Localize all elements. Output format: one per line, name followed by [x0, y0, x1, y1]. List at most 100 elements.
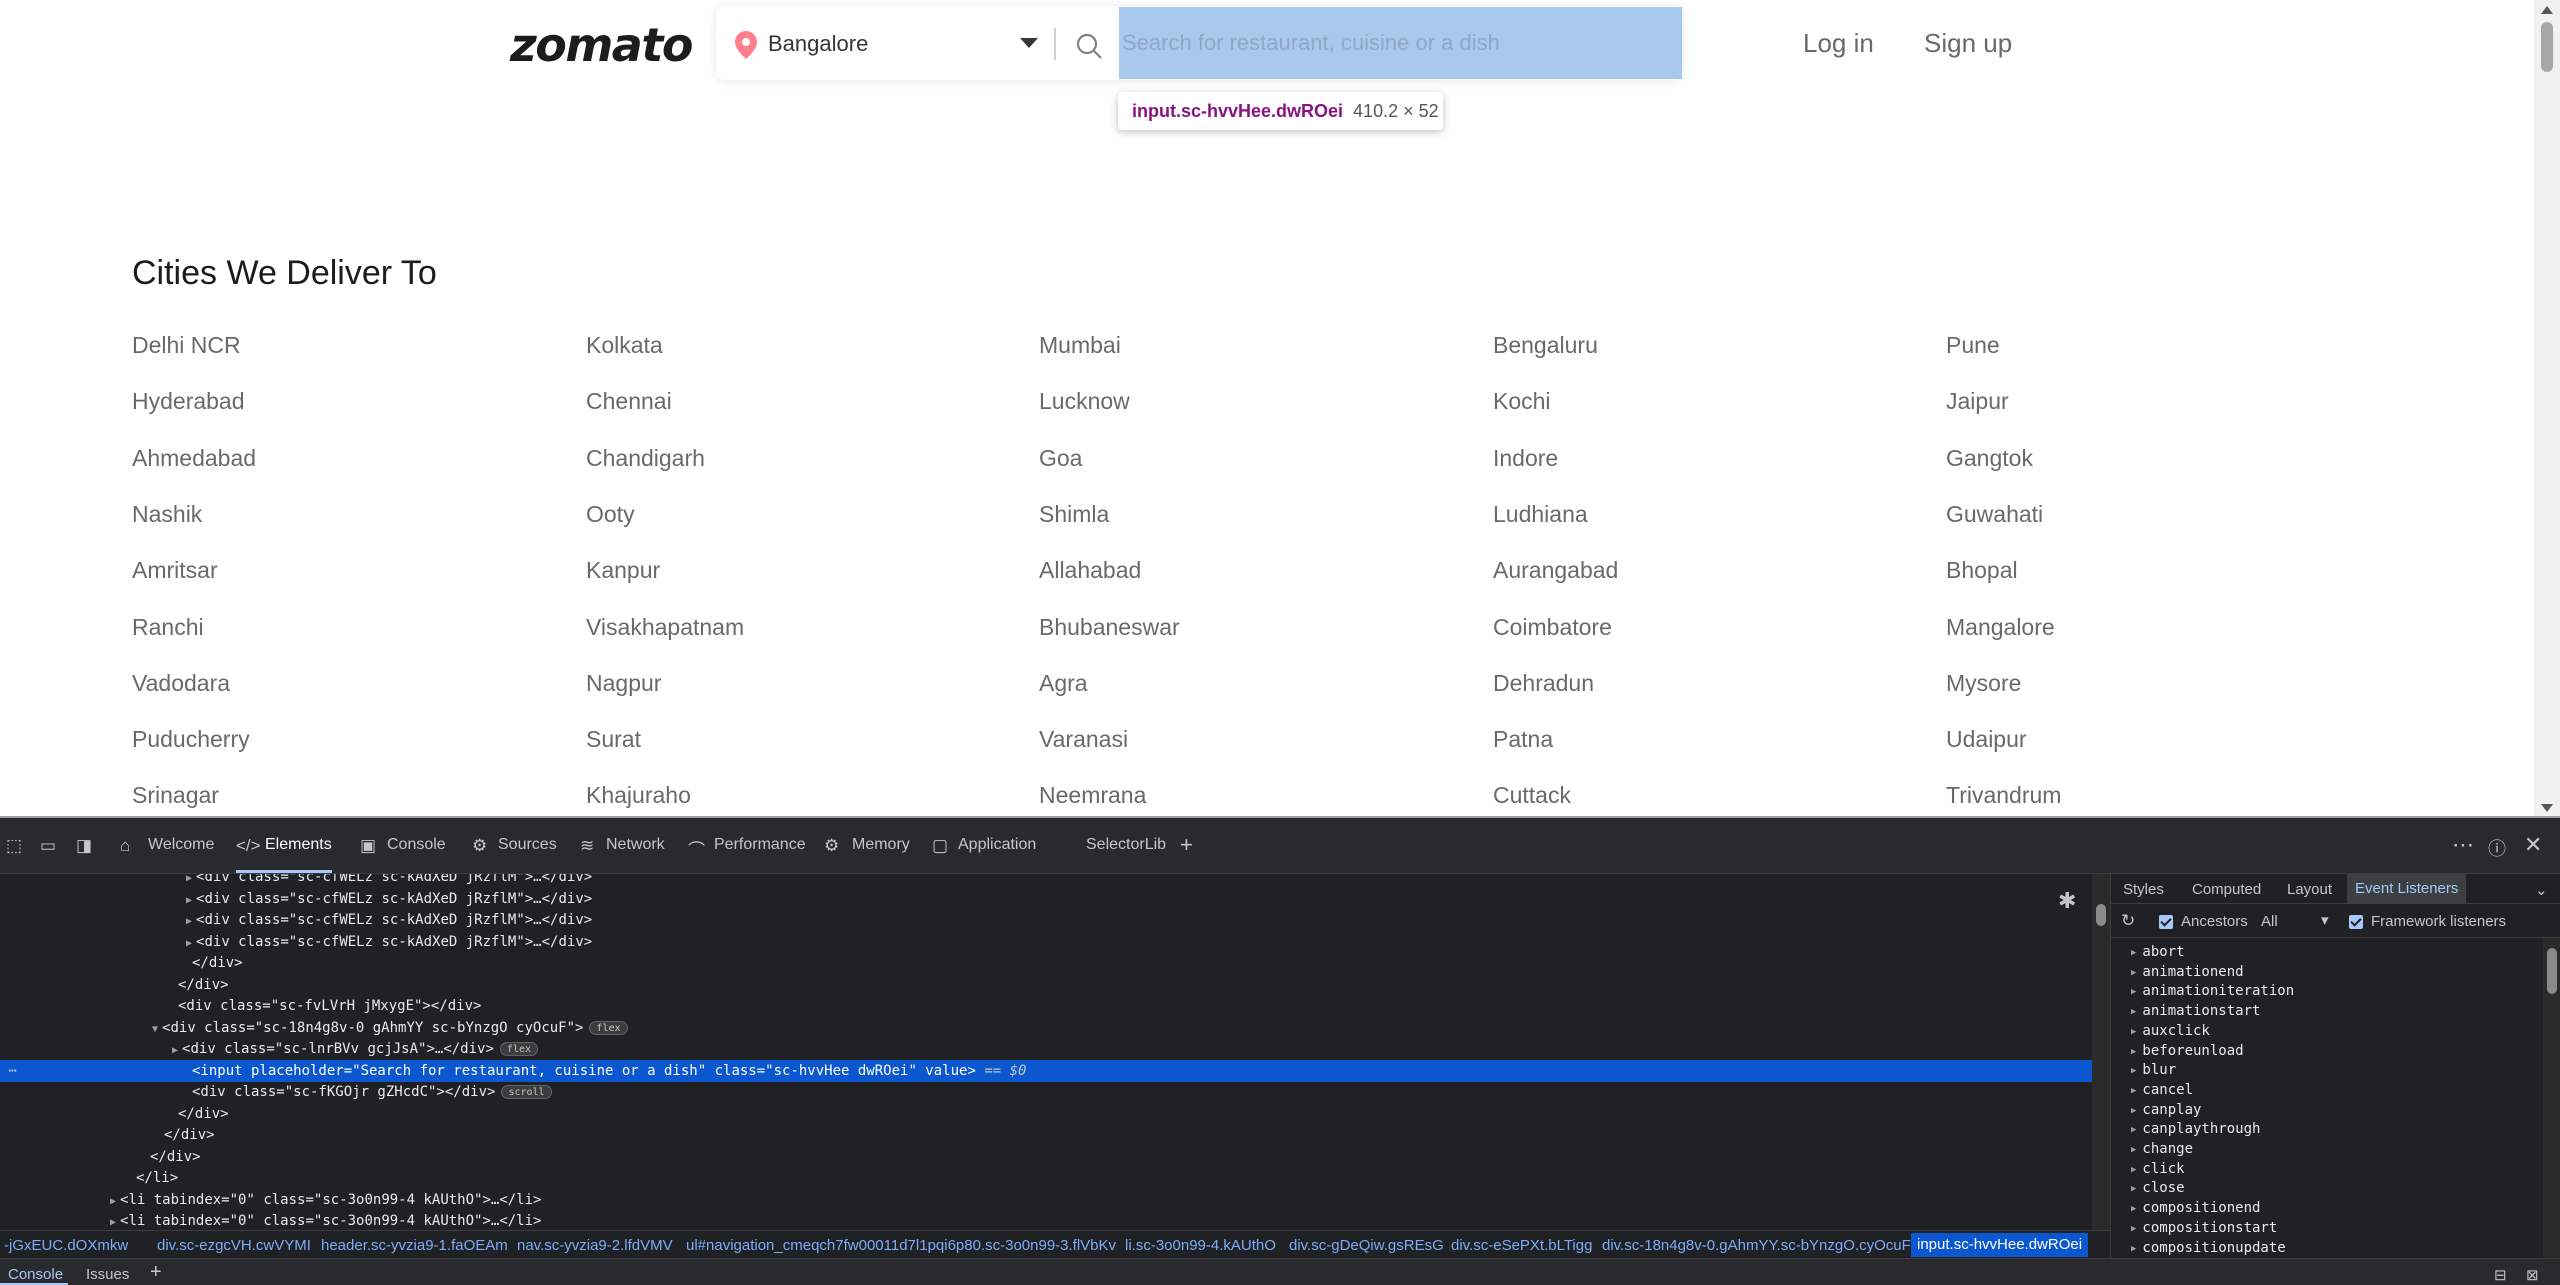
city-link[interactable]: Kochi [1493, 388, 1551, 415]
dom-node-selected[interactable]: ⋯ <input placeholder="Search for restaura… [0, 1059, 2092, 1082]
drawer-tab-console[interactable]: Console [8, 1266, 63, 1283]
event-listener-item[interactable]: cancel [2131, 1080, 2193, 1100]
city-link[interactable]: Dehradun [1493, 670, 1594, 697]
inspect-element-icon[interactable]: ⬚ [6, 836, 22, 856]
city-link[interactable]: Ahmedabad [132, 445, 256, 472]
city-link[interactable]: Kolkata [586, 332, 663, 359]
scroll-thumb[interactable] [2541, 22, 2553, 72]
tab-event-listeners[interactable]: Event Listeners [2347, 874, 2467, 904]
breadcrumb-item[interactable]: li.sc-3o0n99-4.kAUthO [1125, 1237, 1276, 1254]
city-link[interactable]: Cuttack [1493, 782, 1571, 809]
tab-performance[interactable]: Performance [714, 836, 806, 854]
close-devtools-icon[interactable]: ✕ [2524, 832, 2542, 858]
city-link[interactable]: Allahabad [1039, 557, 1141, 584]
tab-styles[interactable]: Styles [2123, 881, 2164, 898]
city-link[interactable]: Goa [1039, 445, 1082, 472]
event-listener-item[interactable]: compositionstart [2131, 1218, 2277, 1238]
tab-console[interactable]: Console [387, 836, 446, 854]
city-link[interactable]: Ooty [586, 501, 635, 528]
city-link[interactable]: Nashik [132, 501, 202, 528]
dom-scroll-thumb[interactable] [2096, 904, 2106, 926]
city-link[interactable]: Amritsar [132, 557, 218, 584]
side-scroll-thumb[interactable] [2547, 948, 2557, 994]
tab-elements[interactable]: Elements [265, 836, 332, 854]
city-link[interactable]: Bhopal [1946, 557, 2018, 584]
city-link[interactable]: Srinagar [132, 782, 219, 809]
dom-node[interactable]: ▶ <li tabindex="0" class="sc-3o0n99-4 kAU… [110, 1210, 541, 1230]
city-link[interactable]: Aurangabad [1493, 557, 1618, 584]
layout-badge[interactable]: flex [499, 1042, 538, 1056]
tab-application[interactable]: Application [958, 836, 1036, 854]
side-scrollbar[interactable] [2543, 938, 2560, 1258]
breadcrumb-item[interactable]: ul#navigation_cmeqch7fw00011d7l1pqi6p80.… [686, 1237, 1116, 1254]
tab-welcome[interactable]: Welcome [148, 836, 214, 854]
dom-node[interactable]: <div class="sc-fvLVrH jMxygE"></div> [178, 995, 481, 1017]
dock-icon[interactable]: ◨ [76, 836, 92, 856]
city-link[interactable]: Neemrana [1039, 782, 1146, 809]
event-listener-item[interactable]: click [2131, 1159, 2184, 1179]
city-link[interactable]: Gangtok [1946, 445, 2033, 472]
dom-node[interactable]: ▶ <div class="sc-cfWELz sc-kAdXeD jRzflM"… [186, 874, 592, 888]
dom-scrollbar[interactable] [2092, 874, 2110, 1230]
chevron-down-icon[interactable]: ▾ [2321, 911, 2329, 929]
city-link[interactable]: Hyderabad [132, 388, 245, 415]
layout-badge[interactable]: flex [589, 1020, 628, 1035]
breadcrumb-item[interactable]: div.sc-eSePXt.bLTigg [1451, 1237, 1592, 1254]
city-link[interactable]: Bhubaneswar [1039, 614, 1180, 641]
city-link[interactable]: Delhi NCR [132, 332, 241, 359]
scroll-up-icon[interactable] [2541, 6, 2553, 14]
event-listener-item[interactable]: auxclick [2131, 1021, 2209, 1041]
breadcrumb-item[interactable]: -jGxEUC.dOXmkw [4, 1237, 128, 1254]
device-toolbar-icon[interactable]: ▭ [40, 836, 56, 856]
city-link[interactable]: Guwahati [1946, 501, 2043, 528]
dom-node[interactable]: ▶ <div class="sc-cfWELz sc-kAdXeD jRzflM"… [186, 909, 592, 931]
city-link[interactable]: Udaipur [1946, 726, 2027, 753]
event-listener-item[interactable]: animationstart [2131, 1001, 2260, 1021]
city-link[interactable]: Puducherry [132, 726, 250, 753]
breadcrumb-item[interactable]: div.sc-gDeQiw.gsREsG [1289, 1237, 1444, 1254]
city-link[interactable]: Pune [1946, 332, 2000, 359]
event-listener-item[interactable]: compositionend [2131, 1198, 2260, 1218]
event-listener-item[interactable]: animationiteration [2131, 981, 2294, 1001]
breadcrumb-item[interactable]: header.sc-yvzia9-1.faOEAm [321, 1237, 508, 1254]
city-link[interactable]: Mangalore [1946, 614, 2055, 641]
filter-select[interactable]: All [2261, 913, 2278, 930]
chevron-down-icon[interactable]: ⌄ [2535, 881, 2548, 899]
dom-node[interactable]: </li> [136, 1167, 178, 1189]
event-listener-item[interactable]: change [2131, 1139, 2193, 1159]
dom-node[interactable]: ▶ <div class="sc-lnrBVv gcjJsA">…</div> fl… [172, 1038, 538, 1060]
city-link[interactable]: Jaipur [1946, 388, 2009, 415]
tab-memory[interactable]: Memory [852, 836, 910, 854]
event-listener-item[interactable]: compositionupdate [2131, 1238, 2285, 1258]
event-listener-item[interactable]: abort [2131, 944, 2184, 962]
event-listener-item[interactable]: canplaythrough [2131, 1119, 2260, 1139]
more-options-icon[interactable]: ⋯ [2452, 832, 2474, 858]
help-icon[interactable]: ⓘ [2488, 835, 2506, 861]
dom-node[interactable]: </div> [178, 974, 229, 996]
tab-sources[interactable]: Sources [498, 836, 557, 854]
event-listener-item[interactable]: canplay [2131, 1100, 2201, 1120]
breadcrumb-item[interactable]: div.sc-18n4g8v-0.gAhmYY.sc-bYnzgO.cyOcuF [1602, 1237, 1911, 1254]
breadcrumb-item[interactable]: nav.sc-yvzia9-2.lfdVMV [517, 1237, 673, 1254]
refresh-icon[interactable]: ↻ [2121, 911, 2135, 931]
expand-arrow-icon[interactable]: ▶ [186, 895, 192, 906]
dom-node[interactable]: </div> [150, 1146, 201, 1168]
city-link[interactable]: Ranchi [132, 614, 204, 641]
breadcrumb-item[interactable]: input.sc-hvvHee.dwROei [1911, 1233, 2089, 1257]
event-list[interactable]: abortanimationendanimationiterationanima… [2111, 944, 2541, 1264]
city-link[interactable]: Nagpur [586, 670, 661, 697]
dom-node[interactable]: ▶ <div class="sc-cfWELz sc-kAdXeD jRzflM"… [186, 888, 592, 910]
close-drawer-icon[interactable]: ⊠ [2526, 1266, 2539, 1284]
expand-arrow-icon[interactable]: ▶ [186, 874, 192, 884]
city-link[interactable]: Patna [1493, 726, 1553, 753]
tab-layout[interactable]: Layout [2287, 881, 2332, 898]
framework-listeners-checkbox[interactable] [2349, 915, 2363, 929]
search-input[interactable] [1119, 7, 1682, 79]
dom-node[interactable]: ▶ <div class="sc-cfWELz sc-kAdXeD jRzflM"… [186, 931, 592, 953]
city-link[interactable]: Chandigarh [586, 445, 705, 472]
dom-node[interactable]: ▶ <li tabindex="0" class="sc-3o0n99-4 kAU… [110, 1189, 541, 1211]
city-link[interactable]: Trivandrum [1946, 782, 2061, 809]
add-tab-icon[interactable]: + [1180, 832, 1193, 858]
dom-node[interactable]: </div> [192, 952, 243, 974]
signup-link[interactable]: Sign up [1924, 28, 2012, 59]
